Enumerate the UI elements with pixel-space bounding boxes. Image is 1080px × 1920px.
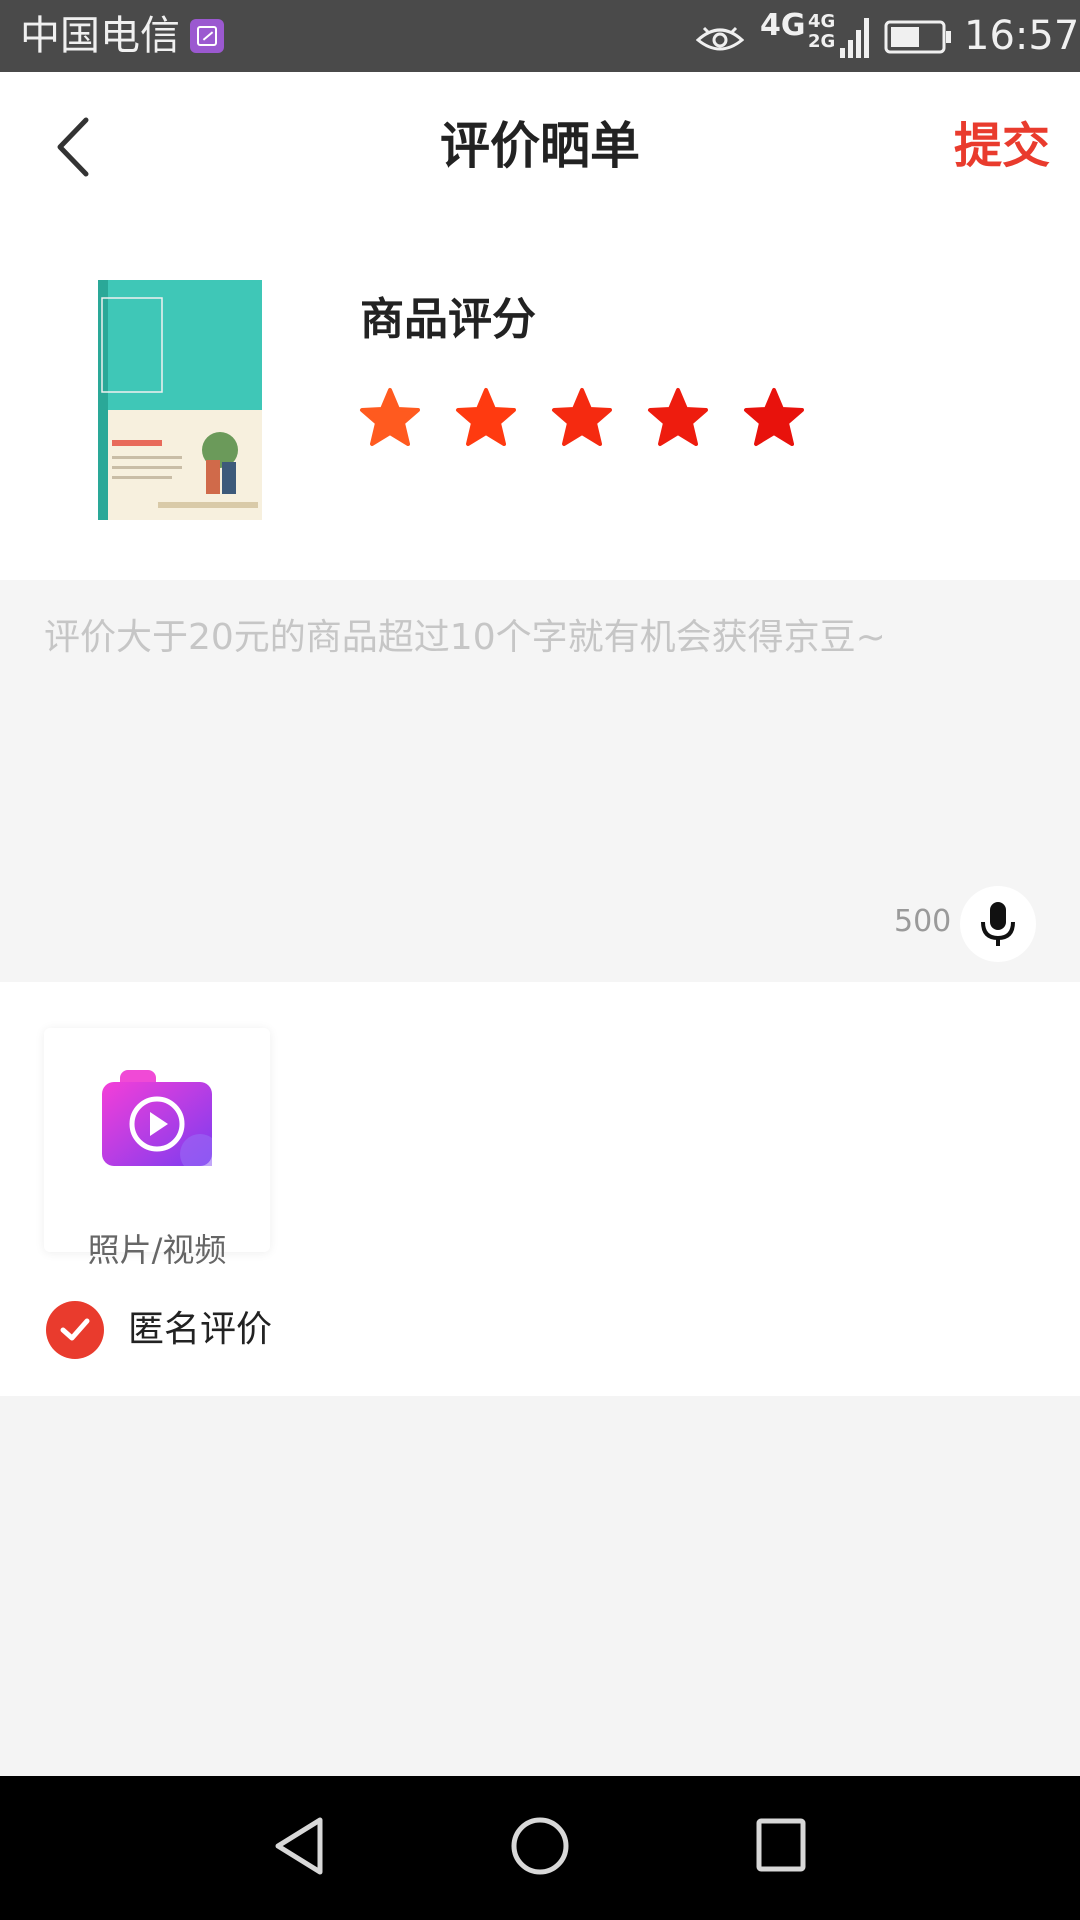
battery-icon <box>884 20 951 54</box>
star-rating[interactable] <box>358 386 838 450</box>
star-icon-2[interactable] <box>454 386 518 450</box>
checkbox-checked-icon[interactable] <box>46 1301 104 1359</box>
star-icon-4[interactable] <box>646 386 710 450</box>
star-icon-3[interactable] <box>550 386 614 450</box>
submit-button[interactable]: 提交 <box>954 116 1050 176</box>
carrier-label: 中国电信 <box>20 13 180 59</box>
clock: 16:57 <box>964 13 1080 59</box>
nav-recent-icon[interactable] <box>756 1818 806 1872</box>
network-secondary-bottom: 2G <box>808 31 836 52</box>
star-icon-5[interactable] <box>742 386 806 450</box>
media-label: 照片/视频 <box>87 1231 227 1269</box>
network-secondary-label: 4G 2G <box>808 12 835 52</box>
signal-icon <box>840 18 869 58</box>
network-secondary-top: 4G <box>808 11 836 32</box>
review-input[interactable]: 评价大于20元的商品超过10个字就有机会获得京豆~ 500 <box>0 580 1080 982</box>
review-placeholder: 评价大于20元的商品超过10个字就有机会获得京豆~ <box>44 617 886 658</box>
network-type-label: 4G <box>760 8 806 43</box>
header: 评价晒单 提交 <box>0 72 1080 222</box>
anonymous-toggle[interactable]: 匿名评价 <box>46 1300 272 1360</box>
product-image <box>98 280 262 520</box>
anonymous-label: 匿名评价 <box>128 1309 273 1350</box>
gallery-icon <box>190 19 224 53</box>
rating-title: 商品评分 <box>360 294 536 345</box>
nav-home-icon[interactable] <box>510 1816 570 1876</box>
char-count: 500 <box>894 904 952 939</box>
add-media-button[interactable]: 照片/视频 <box>44 1028 270 1269</box>
nav-back-icon[interactable] <box>272 1816 326 1876</box>
media-section: 照片/视频 匿名评价 <box>0 982 1080 1396</box>
eye-icon <box>696 26 744 51</box>
navigation-bar <box>0 1776 1080 1920</box>
status-bar: 中国电信 4G 4G 2G 16:57 <box>0 0 1080 72</box>
voice-input-button[interactable] <box>960 886 1036 962</box>
microphone-icon <box>981 902 1015 946</box>
star-icon-1[interactable] <box>358 386 422 450</box>
camera-video-icon <box>102 1070 212 1166</box>
product-section: 商品评分 <box>0 222 1080 580</box>
page-title: 评价晒单 <box>440 117 640 175</box>
